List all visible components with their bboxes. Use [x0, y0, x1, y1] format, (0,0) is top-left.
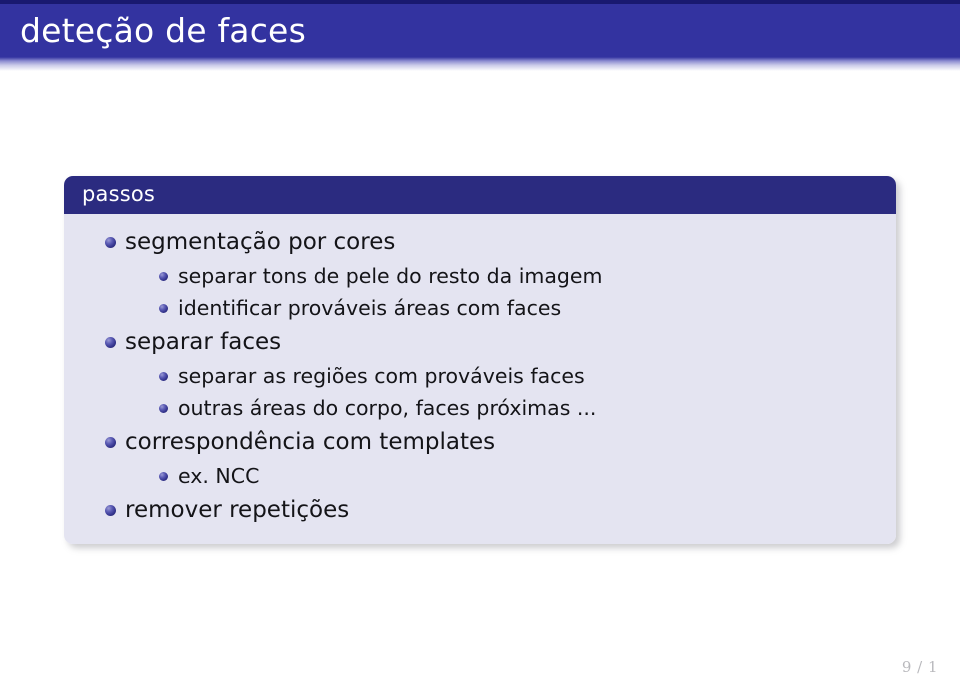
block-body: segmentação por cores separar tons de pel…: [64, 214, 896, 544]
bullet-dot-icon: [105, 505, 116, 516]
bullet-item-level1: remover repetições: [64, 492, 896, 528]
bullet-sublist-container: separar tons de pele do resto da imagem i…: [64, 260, 896, 324]
bullet-item-level1: segmentação por cores: [64, 224, 896, 260]
bullet-item-level2: outras áreas do corpo, faces próximas ..…: [121, 392, 896, 424]
bullet-item-level1: separar faces: [64, 324, 896, 360]
bullet-list-level2: ex. NCC: [64, 460, 896, 492]
bullet-item-level2: identificar prováveis áreas com faces: [121, 292, 896, 324]
bullet-item-label: outras áreas do corpo, faces próximas ..…: [178, 396, 597, 420]
bullet-list-level2: separar tons de pele do resto da imagem i…: [64, 260, 896, 324]
bullet-item-level2: ex. NCC: [121, 460, 896, 492]
bullet-list-level2: separar as regiões com prováveis faces ou…: [64, 360, 896, 424]
bullet-dot-icon: [159, 272, 168, 281]
bullet-dot-icon: [159, 304, 168, 313]
bullet-sublist-container: ex. NCC: [64, 460, 896, 492]
bullet-item-label: correspondência com templates: [125, 429, 496, 455]
content-block: passos segmentação por cores separar tons…: [64, 176, 896, 544]
bullet-item-label: identificar prováveis áreas com faces: [178, 296, 562, 320]
bullet-item-level1: correspondência com templates: [64, 424, 896, 460]
bullet-item-label: separar tons de pele do resto da imagem: [178, 264, 603, 288]
bullet-dot-icon: [159, 472, 168, 481]
bullet-sublist-container: separar as regiões com prováveis faces ou…: [64, 360, 896, 424]
title-bar-gradient-fade: [0, 57, 960, 71]
page-number: 9 / 1: [901, 658, 938, 676]
bullet-item-label: remover repetições: [125, 497, 350, 523]
bullet-item-label: ex. NCC: [178, 464, 260, 488]
bullet-dot-icon: [105, 437, 116, 448]
bullet-dot-icon: [105, 337, 116, 348]
block-title: passos: [64, 176, 896, 214]
bullet-dot-icon: [159, 404, 168, 413]
bullet-item-label: segmentação por cores: [125, 229, 396, 255]
bullet-list-level1: segmentação por cores separar tons de pel…: [64, 224, 896, 528]
bullet-item-label: separar faces: [125, 329, 282, 355]
bullet-dot-icon: [105, 237, 116, 248]
bullet-dot-icon: [159, 372, 168, 381]
bullet-item-label: separar as regiões com prováveis faces: [178, 364, 585, 388]
bullet-item-level2: separar as regiões com prováveis faces: [121, 360, 896, 392]
slide-title-bar: deteção de faces: [0, 0, 960, 71]
page-title: deteção de faces: [20, 11, 306, 50]
bullet-item-level2: separar tons de pele do resto da imagem: [121, 260, 896, 292]
